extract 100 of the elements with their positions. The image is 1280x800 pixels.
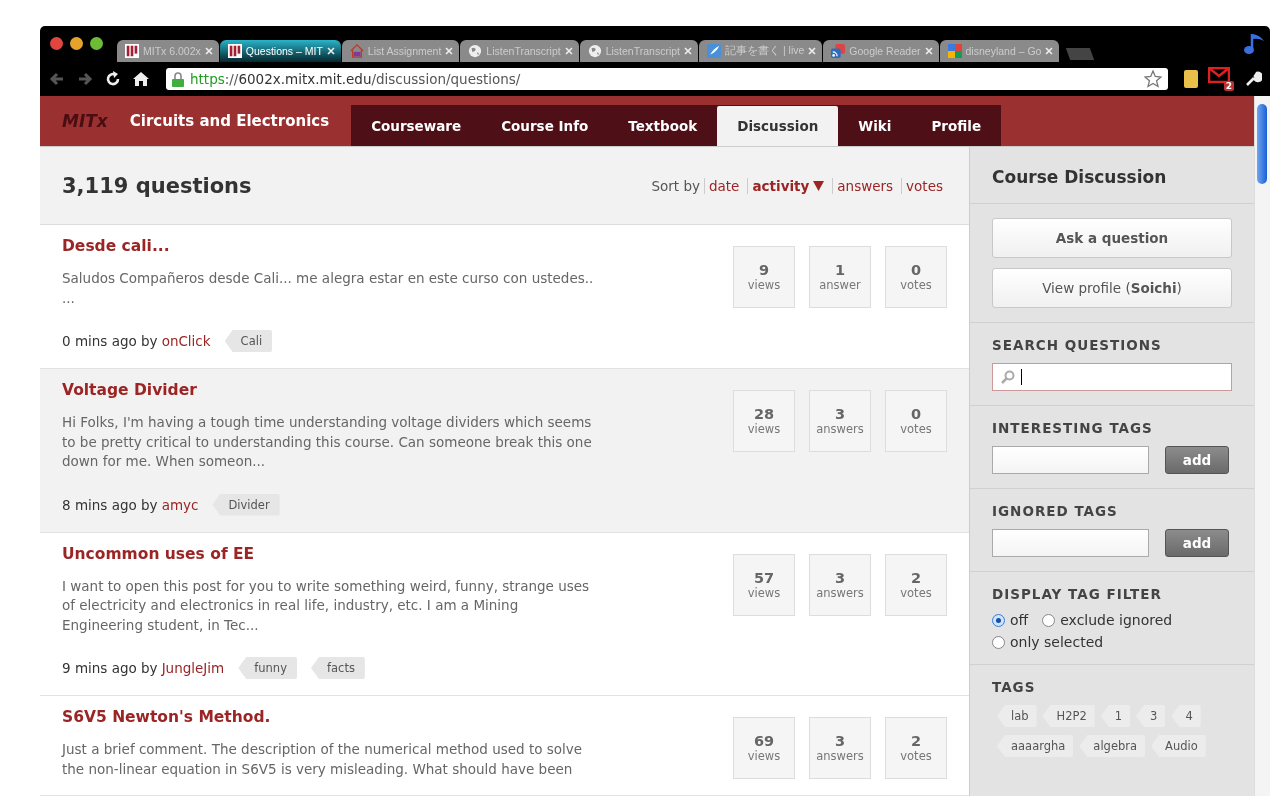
stat-label: views [747, 585, 781, 600]
question-title[interactable]: S6V5 Newton's Method. [62, 708, 622, 726]
home-icon[interactable] [132, 70, 150, 88]
search-icon [1001, 370, 1015, 384]
stat-label: views [747, 278, 781, 292]
forward-icon[interactable] [76, 70, 94, 88]
nav-tab[interactable]: Course Info [481, 105, 609, 146]
tab-title: ListenTranscript [605, 45, 680, 57]
nav-tab[interactable]: Courseware [351, 105, 482, 146]
ask-question-button[interactable]: Ask a question [992, 218, 1232, 258]
stat-label: views [747, 422, 781, 436]
stat-value: 2 [910, 733, 922, 749]
radio-button[interactable] [992, 613, 1005, 627]
radio-button[interactable] [1042, 613, 1056, 627]
stat-value: 28 [753, 406, 775, 422]
radio-label[interactable]: exclude ignored [1060, 612, 1173, 628]
tag[interactable]: algebra [1079, 735, 1146, 757]
close-icon[interactable] [326, 47, 335, 55]
url-text: https://6002x.mitx.mit.edu/discussion/questions/ [190, 71, 521, 87]
stat-value: 3 [834, 569, 846, 586]
post-time: 9 mins ago by [62, 660, 158, 676]
radio-button[interactable] [992, 635, 1005, 649]
tag-input[interactable] [992, 529, 1149, 557]
nav-tab[interactable]: Textbook [608, 105, 718, 146]
new-tab-button[interactable] [1066, 48, 1095, 60]
question-excerpt: I want to open this post for you to write something weird, funny, strange uses of electricity and electronics in real life, industry, etc. I am a Mining Engineering student, in Tec... [62, 576, 591, 635]
scrollbar-thumb[interactable] [1257, 104, 1267, 184]
question-row[interactable] [40, 369, 969, 533]
star-icon[interactable] [1144, 70, 1162, 88]
house-icon [349, 44, 364, 58]
author-link[interactable]: amyc [161, 496, 199, 513]
tag[interactable]: Cali [224, 330, 273, 352]
post-time: 0 mins ago by [62, 333, 158, 349]
question-title[interactable]: Desde cali... [62, 237, 622, 255]
sort-down-icon [813, 180, 825, 191]
post-time: 8 mins ago by [62, 496, 158, 513]
back-icon[interactable] [48, 70, 66, 88]
tag[interactable]: 3 [1136, 705, 1166, 727]
browser-tab[interactable]: Questions – MIT [219, 40, 341, 62]
zoom-button[interactable] [90, 36, 103, 50]
tag[interactable]: facts [310, 657, 365, 679]
radio-label[interactable]: off [1010, 612, 1029, 628]
logo-icon [227, 44, 242, 58]
globe-icon [468, 44, 483, 58]
stat-label: votes [900, 422, 932, 436]
section-heading: INTERESTING TAGS [992, 420, 1154, 436]
reload-icon[interactable] [104, 70, 122, 88]
minimize-button[interactable] [70, 36, 83, 50]
tag[interactable]: Divider [212, 493, 280, 516]
tag[interactable]: aaaargha [997, 735, 1074, 757]
music-note-icon[interactable] [1244, 32, 1266, 56]
add-button[interactable]: add [1165, 529, 1229, 557]
wrench-icon[interactable] [1244, 70, 1262, 88]
sort-link[interactable]: votes [901, 177, 947, 194]
nav-tab[interactable]: Discussion [717, 106, 839, 146]
mail-icon[interactable] [1208, 67, 1230, 83]
stat-label: votes [900, 585, 932, 600]
question-excerpt: Just a brief comment. The description of the numerical method used to solve the non-linear equation in S6V5 is very misleading. What should have been [62, 740, 584, 779]
close-button[interactable] [50, 36, 63, 50]
tab-title: Questions – MIT [245, 45, 323, 57]
radio-label[interactable]: only selected [1010, 634, 1104, 650]
stat-label: answers [816, 585, 864, 600]
feather-icon [707, 44, 721, 58]
tag[interactable]: 4 [1171, 705, 1201, 727]
stat-value: 9 [758, 262, 770, 278]
search-field[interactable] [992, 363, 1232, 391]
tag[interactable]: Audio [1151, 735, 1206, 757]
tag[interactable]: funny [238, 657, 297, 679]
question-title[interactable]: Voltage Divider [62, 381, 622, 399]
stat-value: 0 [910, 262, 922, 278]
author-link[interactable]: JungleJim [161, 660, 225, 676]
course-title: Circuits and Electronics [129, 112, 330, 130]
stat-value: 3 [834, 733, 846, 749]
author-link[interactable]: onClick [161, 333, 211, 349]
tag[interactable]: 1 [1100, 705, 1131, 727]
tag[interactable]: H2P2 [1042, 705, 1095, 727]
question-title[interactable]: Uncommon uses of EE [62, 544, 622, 563]
tag-input[interactable] [992, 446, 1149, 474]
feed-icon [831, 44, 846, 58]
sort-label: Sort by [651, 177, 700, 194]
sort-link[interactable]: answers [832, 177, 898, 194]
sort-link[interactable]: date [704, 177, 744, 194]
unread-badge: 2 [1223, 81, 1234, 91]
tab-title: MITx 6.002x [143, 45, 201, 57]
nav-tab[interactable]: Profile [911, 105, 1002, 146]
tab-title: Google Reader [849, 45, 921, 57]
nav-tab[interactable]: Wiki [838, 105, 912, 146]
question-excerpt: Saludos Compañeros desde Cali... me alegra estar en este curso con ustedes.. ... [62, 269, 595, 308]
stat-value: 69 [753, 733, 775, 749]
view-profile-button[interactable]: View profile (Soichi) [992, 268, 1232, 308]
section-heading: TAGS [992, 679, 1037, 695]
scrollbar[interactable] [1254, 96, 1270, 796]
question-excerpt: Hi Folks, I'm having a tough time understanding voltage dividers which seems to be pretty critical to understanding this course. Can someone break this one down for me. When someon... [62, 413, 593, 471]
add-button[interactable]: add [1165, 446, 1229, 474]
section-heading: DISPLAY TAG FILTER [992, 586, 1163, 602]
tab-title: 記事を書く | live [725, 44, 805, 58]
tag[interactable]: lab [997, 705, 1037, 727]
address-bar[interactable]: https://6002x.mitx.mit.edu/discussion/questions/ [166, 68, 1168, 90]
section-heading: IGNORED TAGS [992, 503, 1119, 519]
sort-link[interactable]: activity [747, 177, 829, 194]
